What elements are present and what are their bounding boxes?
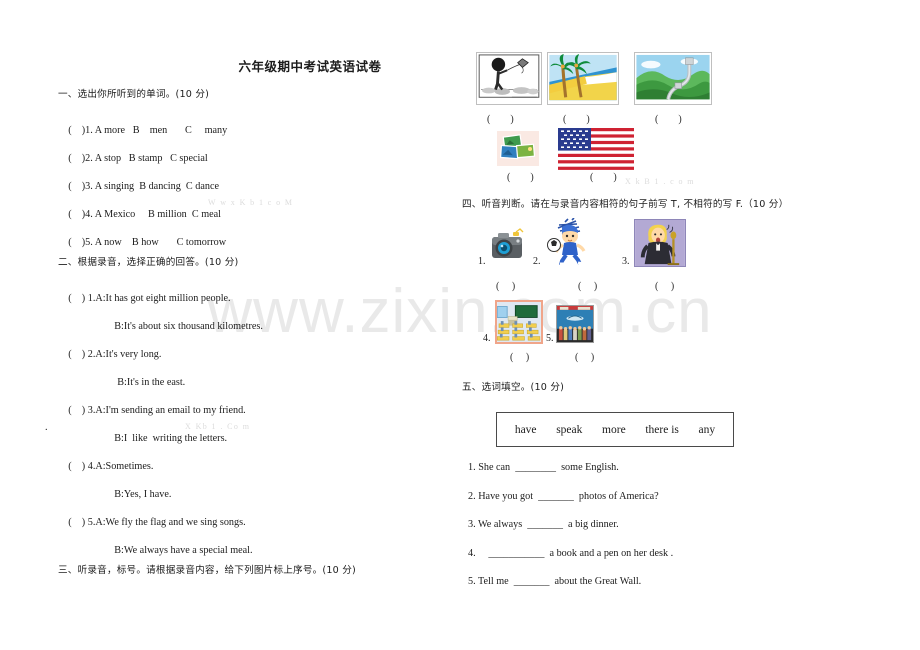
fill-blank-question[interactable]: 4. ___________ a book and a pen on her d…	[468, 548, 673, 559]
question-number: 5.	[85, 237, 93, 248]
word-bank-item-speak[interactable]: speak	[556, 424, 582, 436]
answer-bracket[interactable]: ( )	[575, 352, 594, 363]
question-number: 3.	[85, 181, 93, 192]
photographs-stack-icon	[497, 131, 539, 166]
answer-bracket[interactable]: ( )	[68, 153, 85, 164]
answer-bracket[interactable]: ( )	[68, 349, 85, 360]
woman-singing-microphone-icon	[634, 219, 686, 267]
section-one-heading: 一、选出你所听到的单词。(10 分)	[58, 89, 210, 100]
answer-bracket[interactable]: ( )	[487, 114, 514, 125]
answer-bracket[interactable]: ( )	[578, 281, 597, 292]
picture-number: 4.	[483, 333, 491, 344]
picture-number: 2.	[533, 256, 541, 267]
beach-palm-trees-icon	[547, 52, 619, 105]
question-text: A now B how C tomorrow	[94, 237, 227, 248]
answer-bracket[interactable]: ( )	[68, 181, 85, 192]
option-a-text: A:It has got eight million people.	[95, 293, 231, 304]
answer-bracket[interactable]: ( )	[68, 405, 85, 416]
fill-blank-question[interactable]: 1. She can ________ some English.	[468, 462, 619, 473]
option-b-text: B:We always have a special meal.	[114, 545, 253, 556]
question-text: A singing B dancing C dance	[94, 181, 220, 192]
section-two-heading: 二、根据录音，选择正确的回答。(10 分)	[58, 257, 239, 268]
answer-bracket[interactable]: ( )	[68, 517, 85, 528]
fill-blank-question[interactable]: 5. Tell me _______ about the Great Wall.	[468, 576, 641, 587]
poster-people-icon	[556, 305, 594, 343]
section-four-heading: 四、听音判断。请在与录音内容相符的句子前写 T, 不相符的写 F.（10 分）	[462, 199, 789, 210]
answer-bracket[interactable]: ( )	[68, 125, 85, 136]
question-number: 2.	[85, 153, 93, 164]
answer-bracket[interactable]: ( )	[590, 172, 617, 183]
kite-flying-bw-icon	[476, 52, 542, 105]
answer-bracket[interactable]: ( )	[68, 237, 85, 248]
question-number: 1.	[85, 125, 93, 136]
great-wall-icon	[634, 52, 712, 105]
question-number: 4.	[85, 209, 93, 220]
picture-number: 3.	[622, 256, 630, 267]
picture-number: 1.	[478, 256, 486, 267]
boy-playing-football-icon	[546, 218, 592, 266]
word-bank-item-any[interactable]: any	[699, 424, 716, 436]
option-a-text: A:It's very long.	[95, 349, 162, 360]
answer-bracket[interactable]: ( )	[510, 352, 529, 363]
usa-flag-icon	[558, 128, 634, 170]
question-text: A stop B stamp C special	[94, 153, 208, 164]
stray-period-mark: .	[45, 422, 48, 433]
option-b-text: B:It's in the east.	[117, 377, 186, 388]
camera-icon	[489, 226, 527, 264]
answer-bracket[interactable]: ( )	[68, 461, 85, 472]
word-bank: have speak more there is any	[496, 412, 734, 447]
classroom-icon	[495, 300, 543, 344]
word-bank-item-more[interactable]: more	[602, 424, 626, 436]
answer-bracket[interactable]: ( )	[68, 293, 85, 304]
word-bank-item-there-is[interactable]: there is	[645, 424, 679, 436]
exam-paper: 六年级期中考试英语试卷 一、选出你所听到的单词。(10 分) ( )1. A m…	[0, 0, 920, 650]
question-text: A more B men C many	[94, 125, 228, 136]
option-a-text: A:I'm sending an email to my friend.	[95, 405, 246, 416]
section-five-heading: 五、选词填空。(10 分)	[462, 382, 565, 393]
answer-bracket[interactable]: ( )	[655, 114, 682, 125]
option-b-text: B:I like writing the letters.	[114, 433, 228, 444]
question-text: A Mexico B million C meal	[94, 209, 222, 220]
option-a-text: A:We fly the flag and we sing songs.	[95, 517, 246, 528]
option-b-text: B:It's about six thousand kilometres.	[114, 321, 263, 332]
answer-bracket[interactable]: ( )	[655, 281, 674, 292]
answer-bracket[interactable]: ( )	[563, 114, 590, 125]
fill-blank-question[interactable]: 2. Have you got _______ photos of Americ…	[468, 491, 659, 502]
answer-bracket[interactable]: ( )	[496, 281, 515, 292]
picture-number: 5.	[546, 333, 554, 344]
word-bank-item-have[interactable]: have	[515, 424, 537, 436]
option-a-text: A:Sometimes.	[95, 461, 154, 472]
option-b-text: B:Yes, I have.	[114, 489, 172, 500]
answer-bracket[interactable]: ( )	[68, 209, 85, 220]
answer-bracket[interactable]: ( )	[507, 172, 534, 183]
section-three-heading: 三、听录音，标号。请根据录音内容，给下列图片标上序号。(10 分)	[58, 565, 356, 576]
fill-blank-question[interactable]: 3. We always _______ a big dinner.	[468, 519, 619, 530]
